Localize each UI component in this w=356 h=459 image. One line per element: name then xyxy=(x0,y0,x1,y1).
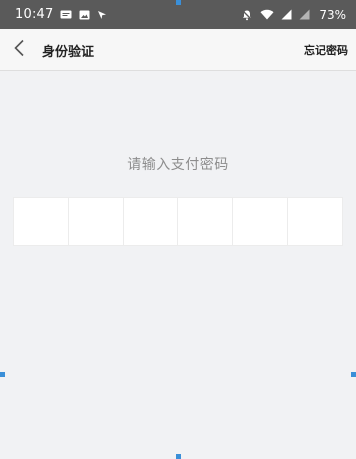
top-nav-bar: 身份验证 忘记密码 xyxy=(0,29,356,71)
signal-icon xyxy=(281,9,292,20)
selection-handle[interactable] xyxy=(351,372,356,377)
status-left: 10:47 xyxy=(15,7,107,22)
page-title: 身份验证 xyxy=(42,45,95,60)
back-button[interactable] xyxy=(10,39,28,61)
image-icon xyxy=(79,10,90,20)
chevron-left-icon xyxy=(13,39,25,61)
status-time: 10:47 xyxy=(15,7,54,22)
password-digit-cell[interactable] xyxy=(69,198,124,245)
payment-password-input[interactable] xyxy=(13,197,343,246)
password-digit-cell[interactable] xyxy=(14,198,69,245)
location-arrow-icon xyxy=(97,10,107,20)
message-icon xyxy=(60,10,72,20)
status-right: 73% xyxy=(241,8,346,22)
selection-handle[interactable] xyxy=(176,0,181,5)
wifi-icon xyxy=(260,9,274,20)
password-prompt: 请输入支付密码 xyxy=(127,157,229,173)
password-digit-cell[interactable] xyxy=(288,198,342,245)
password-digit-cell[interactable] xyxy=(124,198,179,245)
battery-percent: 73% xyxy=(319,7,346,22)
selection-handle[interactable] xyxy=(0,372,5,377)
password-digit-cell[interactable] xyxy=(178,198,234,245)
signal-icon xyxy=(299,9,310,20)
mute-bell-icon xyxy=(241,9,253,21)
forgot-password-link[interactable]: 忘记密码 xyxy=(304,42,348,58)
selection-handle[interactable] xyxy=(176,454,181,459)
password-digit-cell[interactable] xyxy=(233,198,289,245)
